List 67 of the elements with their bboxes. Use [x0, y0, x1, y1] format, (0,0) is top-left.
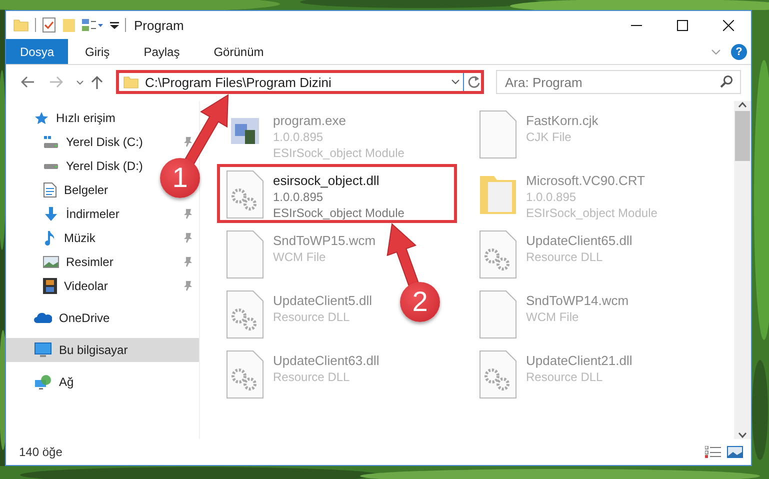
window-title: Program: [134, 18, 184, 32]
drive-icon: [43, 164, 59, 168]
star-icon: [34, 110, 49, 126]
properties-icon[interactable]: [82, 18, 104, 32]
checklist-icon[interactable]: [42, 17, 56, 33]
music-note-icon: [43, 230, 57, 246]
close-icon: [722, 20, 734, 30]
document-icon: [478, 110, 518, 160]
computer-icon: [34, 342, 52, 358]
file-item[interactable]: esirsock_object.dll 1.0.0.895 ESIrSock_object Module: [217, 164, 457, 223]
ribbon-tab[interactable]: Giriş: [68, 39, 127, 64]
forward-arrow-icon: [49, 76, 63, 88]
pictures-icon: [43, 255, 59, 269]
pin-icon[interactable]: [183, 136, 193, 148]
search-icon: [720, 75, 733, 88]
nav-item[interactable]: Bu bilgisayar: [59, 343, 128, 357]
gear-document-icon: [225, 290, 265, 340]
pin-icon[interactable]: [183, 280, 193, 292]
pin-icon[interactable]: [183, 208, 193, 220]
cloud-icon: [34, 312, 52, 324]
search-field[interactable]: Ara: Program: [496, 70, 741, 94]
nav-item[interactable]: Resimler: [66, 255, 114, 269]
nav-item[interactable]: Müzik: [64, 231, 96, 245]
document-icon: [43, 182, 57, 198]
details-view-icon[interactable]: [705, 446, 721, 458]
ribbon-tab[interactable]: Dosya: [6, 39, 68, 64]
customize-caret-icon[interactable]: [110, 20, 119, 30]
dropdown-caret-icon[interactable]: [451, 79, 460, 85]
nav-item[interactable]: Belgeler: [64, 183, 108, 197]
download-icon: [43, 206, 59, 222]
film-icon: [43, 278, 57, 294]
scroll-thumb[interactable]: [735, 111, 750, 161]
nav-item[interactable]: Ağ: [59, 375, 74, 389]
refresh-icon[interactable]: [467, 75, 481, 89]
nav-item[interactable]: Hızlı erişim: [56, 111, 116, 125]
document-icon: [478, 290, 518, 340]
address-bar[interactable]: C:\Program Files\Program Dizini: [116, 70, 484, 94]
nav-item[interactable]: Yerel Disk (C:): [66, 135, 143, 149]
up-arrow-icon: [91, 75, 103, 89]
pin-icon[interactable]: [183, 232, 193, 244]
drive-icon: [43, 135, 59, 149]
gear-document-icon: [478, 350, 518, 400]
scroll-up-icon[interactable]: [738, 101, 747, 109]
folder-icon: [123, 74, 139, 90]
pin-icon[interactable]: [183, 256, 193, 268]
maximize-icon: [676, 20, 688, 30]
folder-icon: [13, 17, 29, 33]
gear-document-icon: [478, 230, 518, 280]
item-count: 140 öğe: [19, 445, 62, 459]
help-button[interactable]: ?: [731, 44, 747, 60]
nav-item[interactable]: Yerel Disk (D:): [66, 159, 143, 173]
tiles-view-icon[interactable]: [727, 446, 743, 458]
back-arrow-icon: [21, 76, 35, 88]
ribbon-tab[interactable]: Paylaş: [126, 39, 197, 64]
expand-ribbon-icon[interactable]: [711, 48, 721, 54]
ribbon-tab[interactable]: Görünüm: [196, 39, 281, 64]
network-icon: [34, 374, 52, 390]
nav-item[interactable]: OneDrive: [59, 311, 110, 325]
document-icon: [225, 230, 265, 280]
caret-icon: [76, 80, 84, 84]
nav-item[interactable]: Videolar: [64, 279, 108, 293]
minimize-icon: [630, 24, 642, 26]
gear-document-icon: [225, 350, 265, 400]
nav-item[interactable]: İndirmeler: [66, 207, 120, 221]
gear-document-icon: [225, 170, 265, 220]
scroll-down-icon[interactable]: [738, 431, 747, 439]
scrollbar[interactable]: [734, 101, 751, 439]
